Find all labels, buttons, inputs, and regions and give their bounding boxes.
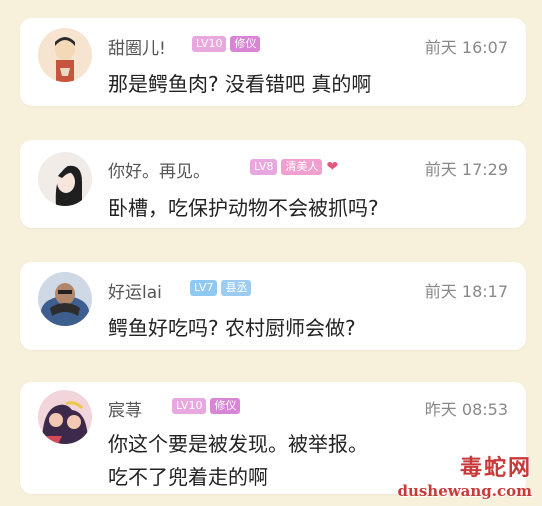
comment-text: 鳄鱼好吃吗? 农村厨师会做?	[108, 316, 356, 340]
level-badge: LV10	[192, 36, 227, 52]
heart-icon: ❤	[326, 159, 339, 175]
badges: LV8 清美人 ❤	[250, 159, 338, 175]
comment-text: 你这个要是被发现。被举报。吃不了兜着走的啊	[108, 432, 368, 489]
avatar[interactable]	[38, 272, 92, 326]
comment-text: 卧槽，吃保护动物不会被抓吗?	[108, 196, 379, 220]
level-badge: LV8	[250, 159, 278, 175]
timestamp: 昨天 08:53	[424, 400, 508, 419]
username[interactable]: 甜圈儿!	[108, 34, 166, 59]
avatar[interactable]	[38, 152, 92, 206]
badges: LV10 修仪	[172, 398, 241, 414]
level-badge: LV7	[190, 280, 218, 296]
avatar[interactable]	[38, 390, 92, 444]
rank-badge: 清美人	[281, 159, 323, 175]
timestamp: 前天 16:07	[424, 38, 508, 57]
watermark-title: 毒蛇网	[459, 455, 532, 481]
watermark-url: dushewang.com	[397, 482, 532, 500]
username[interactable]: 你好。再见。	[108, 157, 210, 182]
rank-badge: 修仪	[230, 36, 261, 52]
badges: LV7 县丞	[190, 280, 252, 296]
comment-card-3[interactable]: 好运lai LV7 县丞 前天 18:17 鳄鱼好吃吗? 农村厨师会做?	[20, 262, 526, 350]
comment-text: 那是鳄鱼肉? 没看错吧 真的啊	[108, 72, 372, 96]
watermark: 毒蛇网 dushewang.com	[397, 450, 532, 500]
comment-card-2[interactable]: 你好。再见。 LV8 清美人 ❤ 前天 17:29 卧槽，吃保护动物不会被抓吗?	[20, 140, 526, 228]
timestamp: 前天 17:29	[424, 160, 508, 179]
username[interactable]: 宸荨	[108, 396, 142, 421]
badges: LV10 修仪	[192, 36, 261, 52]
level-badge: LV10	[172, 398, 207, 414]
avatar[interactable]	[38, 28, 92, 82]
rank-badge: 县丞	[221, 280, 252, 296]
timestamp: 前天 18:17	[424, 282, 508, 301]
rank-badge: 修仪	[210, 398, 241, 414]
username[interactable]: 好运lai	[108, 278, 162, 303]
comment-card-1[interactable]: 甜圈儿! LV10 修仪 前天 16:07 那是鳄鱼肉? 没看错吧 真的啊	[20, 18, 526, 106]
